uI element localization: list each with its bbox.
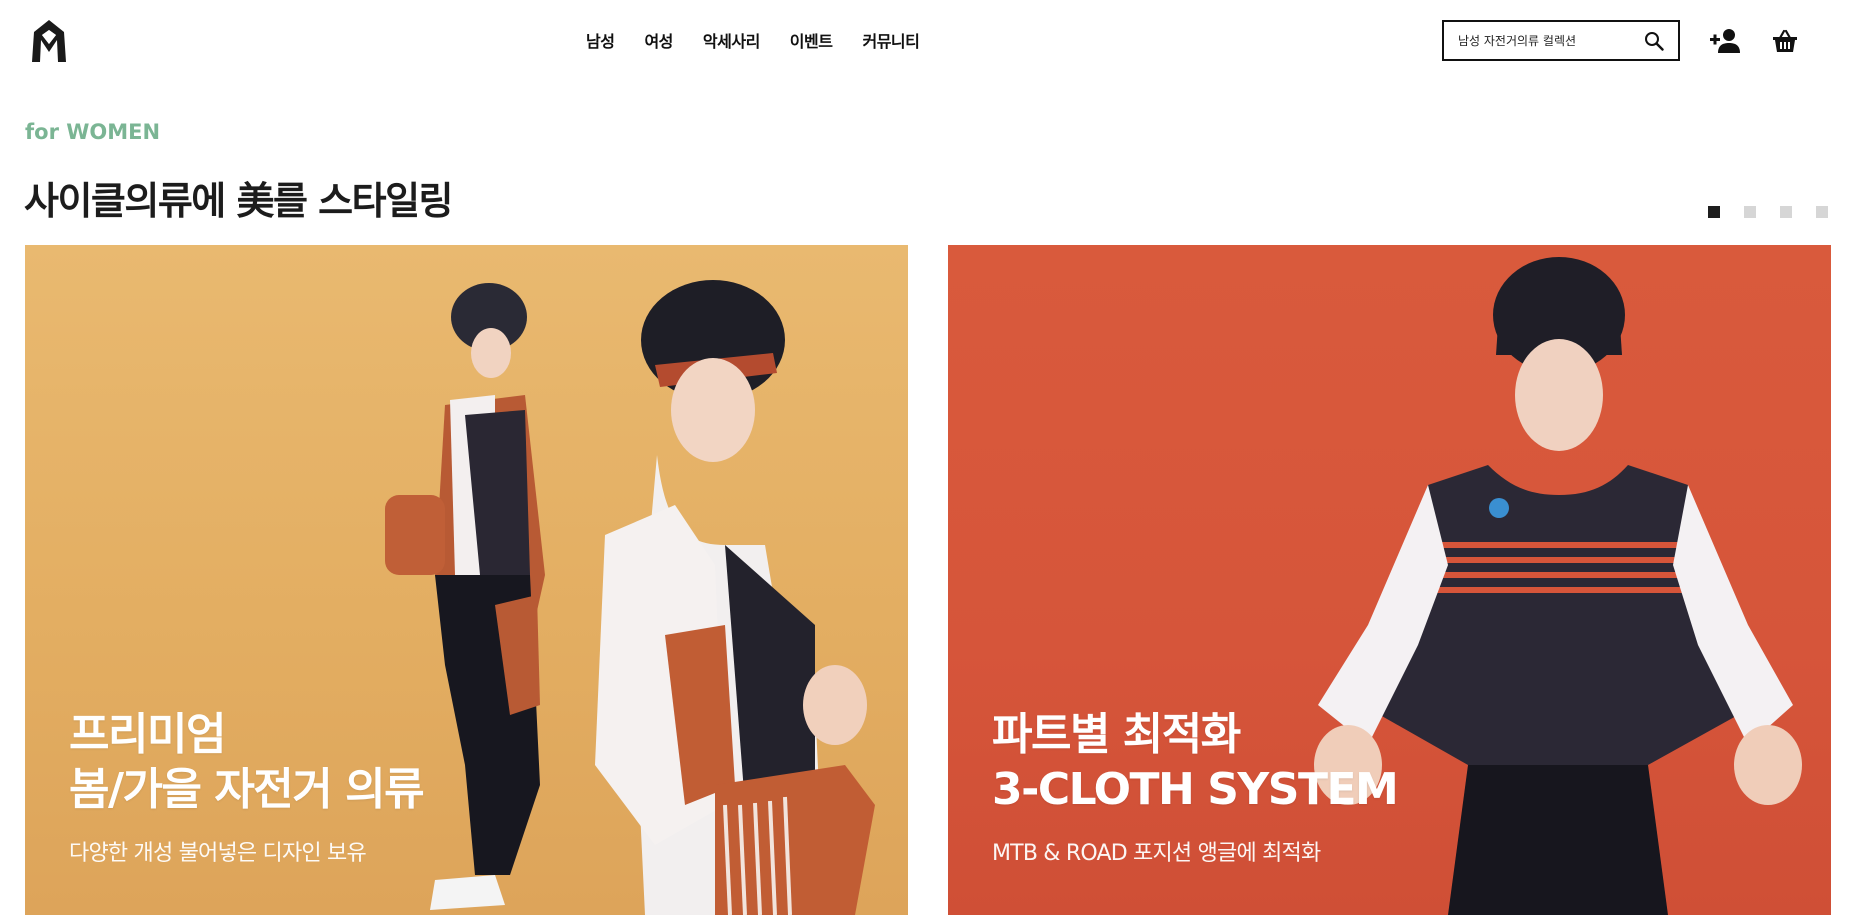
banner-title-line2: 봄/가을 자전거 의류 xyxy=(69,764,425,815)
site-header: 남성 여성 악세사리 이벤트 커뮤니티 xyxy=(0,0,1860,84)
banner-title-line1: 프리미엄 xyxy=(69,709,226,760)
nav-item-women[interactable]: 여성 xyxy=(644,28,673,52)
search-icon[interactable] xyxy=(1644,31,1664,51)
main-nav: 남성 여성 악세사리 이벤트 커뮤니티 xyxy=(586,28,949,52)
slider-pagination xyxy=(1708,206,1852,218)
banner-subtitle: MTB & ROAD 포지션 앵글에 최적화 xyxy=(992,841,1321,866)
banner-text-group: 파트별 최적화 3-CLOTH SYSTEM MTB & ROAD 포지션 앵글… xyxy=(992,707,1399,867)
nav-item-community[interactable]: 커뮤니티 xyxy=(862,28,919,52)
promo-banner-spring-autumn[interactable]: 프리미엄 봄/가을 자전거 의류 다양한 개성 불어넣은 디자인 보유 xyxy=(25,245,908,915)
nav-item-events[interactable]: 이벤트 xyxy=(790,28,833,52)
nav-item-men[interactable]: 남성 xyxy=(586,28,615,52)
banner-title-line1: 파트별 최적화 xyxy=(992,709,1241,760)
section-title: 사이클의류에 美를 스타일링 xyxy=(24,179,454,223)
add-user-icon[interactable] xyxy=(1710,28,1740,54)
banner-subtitle: 다양한 개성 불어넣은 디자인 보유 xyxy=(69,841,367,866)
pager-dot-1[interactable] xyxy=(1708,206,1720,218)
basket-icon[interactable] xyxy=(1772,28,1798,54)
promo-banner-3-cloth-system[interactable]: 파트별 최적화 3-CLOTH SYSTEM MTB & ROAD 포지션 앵글… xyxy=(948,245,1831,915)
banner-title-line2: 3-CLOTH SYSTEM xyxy=(992,764,1399,815)
section-eyebrow: for WOMEN xyxy=(25,120,161,144)
pager-dot-4[interactable] xyxy=(1816,206,1828,218)
brand-logo-icon[interactable] xyxy=(28,18,70,64)
banner-text-group: 프리미엄 봄/가을 자전거 의류 다양한 개성 불어넣은 디자인 보유 xyxy=(69,707,425,867)
nav-item-accessories[interactable]: 악세사리 xyxy=(703,28,760,52)
search-box xyxy=(1442,20,1680,61)
search-input[interactable] xyxy=(1458,33,1638,48)
pager-dot-2[interactable] xyxy=(1744,206,1756,218)
pager-dot-3[interactable] xyxy=(1780,206,1792,218)
